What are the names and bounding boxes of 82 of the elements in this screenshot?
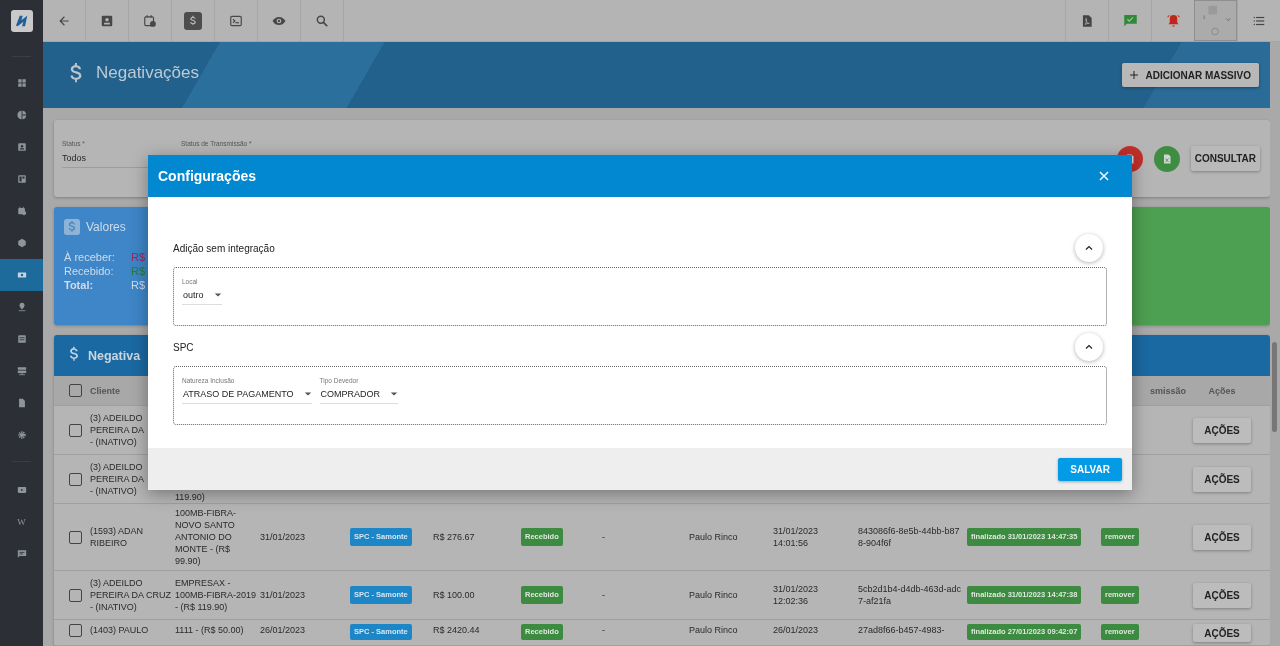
- actions-button[interactable]: AÇÕES: [1193, 582, 1251, 608]
- client-cell: (1403) PAULO: [90, 624, 149, 636]
- calendar-clock-icon: [143, 13, 157, 28]
- sidebar-item[interactable]: [0, 259, 43, 291]
- note-cell: -: [602, 531, 605, 543]
- plus-icon: [1128, 69, 1141, 81]
- table-title: Negativa: [88, 348, 141, 363]
- caret-icon: [390, 390, 399, 398]
- contact-icon: [16, 142, 27, 152]
- note-cell: -: [602, 624, 605, 636]
- plan-cell-text: 100MB-FIBRA-NOVO SANTO ANTONIO DO MONTE - (R$ 99.90): [175, 507, 237, 567]
- section-title: Adição sem integração: [173, 242, 275, 254]
- actions-button[interactable]: AÇÕES: [1193, 624, 1251, 642]
- money-icon: [16, 270, 27, 280]
- row-checkbox[interactable]: [68, 472, 82, 486]
- video-icon: [16, 485, 27, 495]
- dialog-title: Configurações: [158, 168, 256, 184]
- value-label: Recebido:: [64, 265, 115, 277]
- plan-cell: 119.90): [175, 491, 205, 503]
- date-cell: 31/01/2023: [260, 589, 306, 601]
- datetime-cell-text: 31/01/2023 14:01:56: [773, 525, 820, 549]
- row-checkbox[interactable]: [68, 624, 82, 637]
- client-cell: (3) ADEILDO PEREIRA DA - (INATIVO): [90, 461, 145, 497]
- plan-cell: EMPRESAX - 100MB-FIBRA-2019 - (R$ 119.90): [175, 577, 257, 613]
- caret-icon: [213, 291, 222, 299]
- calendar-icon: [16, 206, 27, 216]
- list-icon: [16, 334, 27, 344]
- grid-icon: [16, 78, 27, 88]
- section-title: SPC: [173, 341, 194, 353]
- id-cell-text: 5cb2d1b4-d4db-463d-adc7-af21fa: [858, 583, 963, 607]
- date-cell: 26/01/2023: [260, 624, 306, 636]
- server-icon: [16, 366, 27, 376]
- pdf-icon: [1080, 13, 1094, 28]
- plan-cell: 1111 - (R$ 50.00): [175, 624, 244, 636]
- user-cell: Paulo Rinco: [689, 589, 738, 601]
- amount-cell: R$ 2420.44: [433, 624, 480, 636]
- client-cell: (3) ADEILDO PEREIRA DA - (INATIVO): [90, 412, 145, 448]
- cube-icon: [16, 238, 27, 248]
- client-cell: (3) ADEILDO PEREIRA DA CRUZ - (INATIVO): [90, 577, 172, 613]
- actions-button[interactable]: AÇÕES: [1193, 524, 1251, 550]
- document-icon: [16, 398, 27, 408]
- select-all-checkbox[interactable]: [68, 384, 82, 397]
- actions-button[interactable]: AÇÕES: [1193, 466, 1251, 492]
- contact-icon: [100, 13, 114, 28]
- page-title: Negativações: [96, 63, 199, 83]
- pie-chart-icon: [16, 110, 27, 120]
- id-cell-text: 843086f6-8e5b-44bb-b878-904f6f: [858, 525, 961, 549]
- value-amount: R$: [131, 265, 146, 277]
- terminal-icon: [229, 13, 243, 28]
- actions-button[interactable]: AÇÕES: [1193, 417, 1251, 443]
- close-icon[interactable]: [1097, 169, 1111, 183]
- chat-list-icon: [16, 549, 27, 559]
- excel-export-button[interactable]: [1153, 145, 1180, 172]
- alarm-bell-icon: [1165, 13, 1181, 28]
- datetime-cell: 26/01/2023: [773, 624, 819, 636]
- row-checkbox[interactable]: [68, 588, 82, 602]
- gear-icon: [16, 430, 27, 440]
- map-pin-icon: [16, 302, 27, 312]
- value-amount: R$: [131, 279, 146, 291]
- add-bulk-button[interactable]: ADICIONAR MASSIVO: [1122, 63, 1259, 87]
- board-icon: [16, 174, 27, 184]
- consult-button[interactable]: CONSULTAR: [1190, 146, 1260, 171]
- card-title: Valores: [86, 220, 126, 234]
- value-label: À receber:: [64, 251, 116, 263]
- search-icon: [315, 13, 329, 28]
- date-cell: 31/01/2023: [260, 531, 306, 543]
- amount-cell: R$ 100.00: [433, 589, 475, 601]
- user-cell: Paulo Rinco: [689, 531, 738, 543]
- row-checkbox[interactable]: [68, 530, 82, 544]
- row-checkbox[interactable]: [68, 423, 82, 437]
- user-cell: Paulo Rinco: [689, 624, 738, 636]
- datetime-cell-text: 31/01/2023 12:02:36: [773, 583, 820, 607]
- note-cell: -: [602, 589, 605, 601]
- value-amount: R$: [131, 251, 146, 263]
- caret-icon: [303, 390, 312, 398]
- dollar-icon: [64, 219, 80, 235]
- chat-check-icon: [1122, 13, 1138, 28]
- amount-cell: R$ 276.67: [433, 531, 475, 543]
- sidebar-item[interactable]: W: [0, 506, 43, 538]
- id-cell: 27ad8f66-b457-4983-: [858, 624, 945, 636]
- client-cell-text: (1593) ADAN RIBEIRO: [90, 525, 145, 549]
- value-label: Total:: [64, 279, 95, 291]
